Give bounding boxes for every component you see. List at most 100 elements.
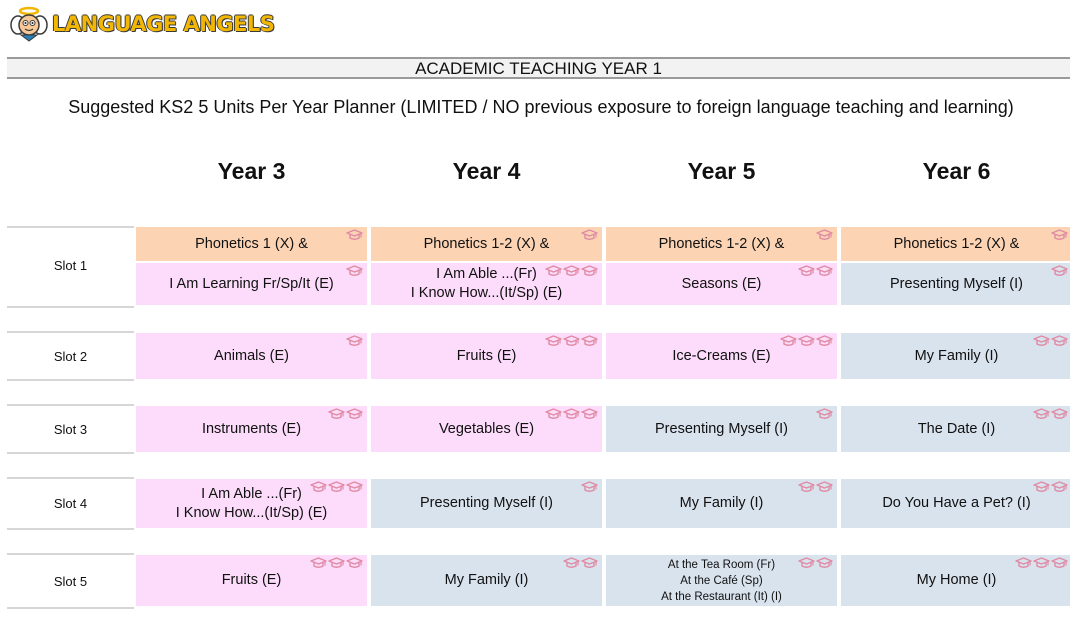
difficulty-caps [310, 481, 363, 493]
unit-title: I Am Able ...(Fr) I Know How...(It/Sp) (E… [411, 265, 563, 303]
unit-cell: At the Tea Room (Fr) At the Café (Sp) At t… [606, 555, 837, 606]
unit-cell: Presenting Myself (I) [841, 263, 1070, 305]
graduation-cap-icon [798, 481, 815, 492]
difficulty-caps [545, 408, 598, 420]
difficulty-caps [545, 335, 598, 347]
unit-title: Animals (E) [214, 347, 289, 366]
graduation-cap-icon [328, 557, 345, 568]
difficulty-caps [798, 265, 833, 277]
unit-title-line: Do You Have a Pet? (I) [882, 495, 1031, 511]
graduation-cap-icon [563, 557, 580, 568]
unit-title: Fruits (E) [457, 347, 517, 366]
graduation-cap-icon [346, 229, 363, 240]
unit-title-line: My Family (I) [914, 347, 999, 364]
unit-cell: Ice-Creams (E) [606, 333, 837, 379]
unit-cell: Presenting Myself (I) [606, 406, 837, 452]
unit-title: My Family (I) [445, 571, 529, 590]
graduation-cap-icon [328, 408, 345, 419]
unit-cell: Fruits (E) [136, 555, 367, 606]
graduation-cap-icon [581, 408, 598, 419]
unit-title-line: At the Restaurant (It) (I) [661, 590, 782, 603]
difficulty-caps [798, 481, 833, 493]
graduation-cap-icon [816, 481, 833, 492]
unit-cell: My Family (I) [371, 555, 602, 606]
graduation-cap-icon [1051, 481, 1068, 492]
slot-label: Slot 4 [7, 477, 134, 530]
unit-title-line: At the Café (Sp) [680, 574, 763, 587]
unit-title-line: Presenting Myself (I) [655, 420, 788, 437]
year-header: Year 4 [452, 158, 521, 184]
graduation-cap-icon [816, 229, 833, 240]
graduation-cap-icon [581, 229, 598, 240]
unit-title: The Date (I) [918, 420, 995, 439]
unit-title: Presenting Myself (I) [420, 494, 553, 513]
slot-label: Slot 1 [7, 226, 134, 308]
unit-cell: My Family (I) [606, 479, 837, 528]
unit-cell: Seasons (E) [606, 263, 837, 305]
unit-cell: The Date (I) [841, 406, 1070, 452]
language-angels-logo: LANGUAGE ANGELS [10, 4, 275, 44]
slot-label: Slot 3 [7, 404, 134, 454]
unit-title-line: Instruments (E) [201, 420, 302, 437]
unit-title: Fruits (E) [222, 571, 282, 590]
graduation-cap-icon [798, 557, 815, 568]
phonetics-cell: Phonetics 1-2 (X) & [371, 227, 602, 261]
unit-title-line: I Am Able ...(Fr) [436, 266, 537, 282]
difficulty-caps [1051, 265, 1068, 277]
graduation-cap-icon [346, 265, 363, 276]
graduation-cap-icon [816, 557, 833, 568]
page-subtitle: Suggested KS2 5 Units Per Year Planner (… [68, 97, 1014, 117]
graduation-cap-icon [798, 335, 815, 346]
year-header: Year 3 [217, 158, 286, 184]
difficulty-caps [798, 557, 833, 569]
cell-text: Phonetics 1 (X) & [195, 235, 308, 252]
graduation-cap-icon [1051, 335, 1068, 346]
graduation-cap-icon [545, 335, 562, 346]
graduation-cap-icon [581, 335, 598, 346]
difficulty-caps [545, 265, 598, 277]
unit-title-line: I Know How...(It/Sp) (E) [410, 285, 563, 301]
graduation-cap-icon [563, 265, 580, 276]
unit-title-line: Presenting Myself (I) [420, 495, 553, 511]
difficulty-caps [1015, 557, 1068, 569]
unit-cell: Fruits (E) [371, 333, 602, 379]
graduation-cap-icon [1051, 557, 1068, 568]
unit-title: I Am Learning Fr/Sp/It (E) [169, 275, 333, 294]
unit-cell: Vegetables (E) [371, 406, 602, 452]
unit-cell: Do You Have a Pet? (I) [841, 479, 1070, 528]
graduation-cap-icon [328, 481, 345, 492]
unit-cell: Presenting Myself (I) [371, 479, 602, 528]
graduation-cap-icon [1015, 557, 1032, 568]
graduation-cap-icon [346, 408, 363, 419]
cell-text: Phonetics 1-2 (X) & [658, 235, 785, 252]
unit-cell: I Am Able ...(Fr) I Know How...(It/Sp) (E… [136, 479, 367, 528]
unit-title: Seasons (E) [682, 275, 762, 294]
graduation-cap-icon [780, 335, 797, 346]
difficulty-caps [563, 557, 598, 569]
graduation-cap-icon [310, 557, 327, 568]
unit-cell: Animals (E) [136, 333, 367, 379]
unit-title: Do You Have a Pet? (I) [882, 494, 1030, 513]
unit-title: Presenting Myself (I) [655, 420, 788, 439]
graduation-cap-icon [1033, 335, 1050, 346]
graduation-cap-icon [1033, 408, 1050, 419]
difficulty-caps [346, 335, 363, 347]
unit-title: My Family (I) [680, 494, 764, 513]
unit-title-line: I Am Able ...(Fr) [201, 485, 302, 502]
difficulty-caps [310, 557, 363, 569]
unit-title-line: Fruits (E) [221, 572, 282, 588]
cell-text: Phonetics 1-2 (X) & [893, 235, 1020, 252]
angel-mascot-icon [10, 6, 48, 42]
unit-cell: Instruments (E) [136, 406, 367, 452]
unit-title-line: My Family (I) [679, 495, 764, 511]
graduation-cap-icon [346, 481, 363, 492]
unit-title-line: Ice-Creams (E) [672, 347, 771, 364]
phonetics-cell: Phonetics 1-2 (X) & [841, 227, 1070, 261]
unit-title-line: I Know How...(It/Sp) (E) [175, 504, 328, 521]
graduation-cap-icon [346, 335, 363, 346]
cell-text: Phonetics 1-2 (X) & [423, 235, 550, 252]
unit-title: Presenting Myself (I) [890, 275, 1023, 294]
graduation-cap-icon [581, 557, 598, 568]
unit-cell: My Home (I) [841, 555, 1070, 606]
unit-title: My Home (I) [917, 571, 997, 590]
